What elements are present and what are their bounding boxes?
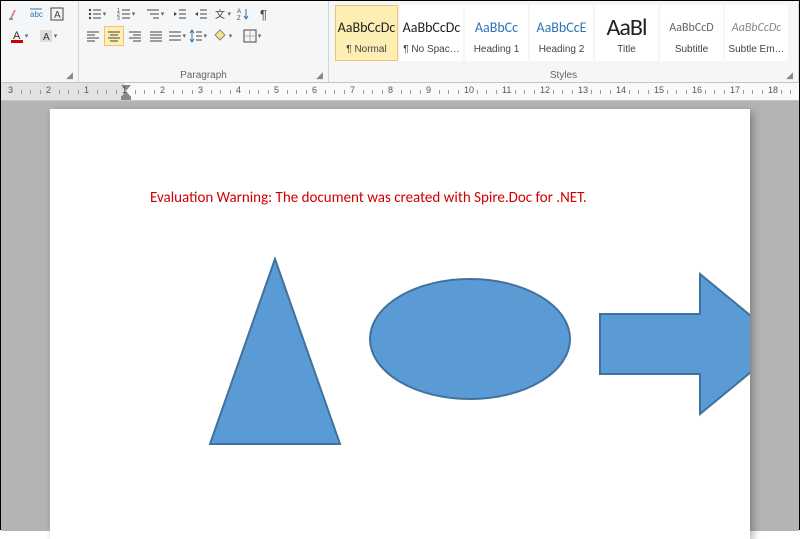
font-dialog-launcher[interactable]: ◢ — [66, 70, 76, 80]
ruler-number: 3 — [8, 85, 13, 95]
shapes-container — [110, 239, 750, 462]
align-center-button[interactable] — [104, 26, 124, 46]
ruler-number: 6 — [312, 85, 317, 95]
style-box--no-spac-[interactable]: AaBbCcDc¶ No Spac… — [400, 5, 463, 61]
align-right-button[interactable] — [125, 26, 145, 46]
character-shading-button[interactable]: A — [34, 26, 62, 46]
ruler-number: 9 — [426, 85, 431, 95]
ruler-number: 11 — [502, 85, 511, 95]
style-preview: AaBbCc — [475, 12, 518, 44]
ruler-number: 10 — [464, 85, 474, 95]
style-box-heading-2[interactable]: AaBbCcEHeading 2 — [530, 5, 593, 61]
styles-dialog-launcher[interactable]: ◢ — [786, 70, 796, 80]
svg-text:文: 文 — [215, 8, 225, 21]
decrease-indent-button[interactable] — [170, 4, 190, 24]
style-name-label: Heading 2 — [539, 44, 585, 55]
ruler-number: 14 — [616, 85, 626, 95]
style-box-heading-1[interactable]: AaBbCcHeading 1 — [465, 5, 528, 61]
ruler-number: 16 — [692, 85, 702, 95]
horizontal-ruler[interactable]: 321123456789101112131415161718 — [1, 83, 799, 101]
style-name-label: Subtle Em… — [728, 44, 784, 55]
svg-text:abc: abc — [30, 10, 43, 19]
svg-text:3: 3 — [117, 16, 120, 21]
triangle-shape[interactable] — [210, 259, 340, 444]
style-preview: AaBbCcDc — [403, 12, 461, 44]
ruler-number: 15 — [654, 85, 664, 95]
ruler-number: 8 — [388, 85, 393, 95]
distributed-button[interactable] — [167, 26, 187, 46]
styles-gallery[interactable]: AaBbCcDc¶ NormalAaBbCcDc¶ No Spac…AaBbCc… — [333, 3, 794, 63]
svg-text:¶: ¶ — [260, 7, 267, 21]
style-name-label: Title — [617, 44, 636, 55]
style-box-title[interactable]: AaBlTitle — [595, 5, 658, 61]
style-preview: AaBbCcDc — [338, 12, 396, 44]
style-preview: AaBbCcDc — [732, 12, 781, 44]
style-preview: AaBbCcD — [669, 12, 713, 44]
justify-button[interactable] — [146, 26, 166, 46]
style-name-label: ¶ No Spac… — [403, 44, 460, 55]
ruler-number: 1 — [122, 85, 127, 95]
ruler-number: 7 — [350, 85, 355, 95]
align-left-button[interactable] — [83, 26, 103, 46]
style-preview: AaBbCcE — [537, 12, 587, 44]
style-name-label: Subtitle — [675, 44, 708, 55]
clear-formatting-button[interactable] — [5, 4, 25, 24]
document-page[interactable]: Evaluation Warning: The document was cre… — [50, 109, 750, 539]
svg-text:A: A — [237, 9, 241, 15]
asian-layout-button[interactable]: 文 — [212, 4, 232, 24]
ruler-number: 3 — [198, 85, 203, 95]
ruler-number: 5 — [274, 85, 279, 95]
styles-group: AaBbCcDc¶ NormalAaBbCcDc¶ No Spac…AaBbCc… — [329, 1, 799, 82]
show-hide-marks-button[interactable]: ¶ — [254, 4, 274, 24]
ruler-number: 13 — [578, 85, 588, 95]
ruler-number: 1 — [84, 85, 89, 95]
style-preview: AaBl — [607, 12, 647, 44]
svg-text:Z: Z — [237, 16, 241, 21]
document-workspace: Evaluation Warning: The document was cre… — [1, 101, 799, 531]
ribbon: abc A A A ◢ 123 文 AZ ¶ — [1, 1, 799, 83]
font-group: abc A A A ◢ — [1, 1, 79, 82]
ruler-number: 17 — [730, 85, 740, 95]
style-box-subtitle[interactable]: AaBbCcDSubtitle — [660, 5, 723, 61]
bullets-button[interactable] — [83, 4, 111, 24]
character-border-button[interactable]: A — [47, 4, 67, 24]
increase-indent-button[interactable] — [191, 4, 211, 24]
arrow-shape[interactable] — [600, 274, 750, 414]
paragraph-dialog-launcher[interactable]: ◢ — [316, 70, 326, 80]
style-name-label: ¶ Normal — [346, 44, 386, 55]
ellipse-shape[interactable] — [370, 279, 570, 399]
left-indent-marker[interactable] — [121, 96, 131, 100]
svg-text:A: A — [43, 32, 50, 43]
borders-button[interactable] — [238, 26, 266, 46]
style-name-label: Heading 1 — [474, 44, 520, 55]
sort-button[interactable]: AZ — [233, 4, 253, 24]
svg-text:A: A — [54, 10, 61, 21]
styles-group-label: Styles — [329, 70, 798, 81]
style-box-subtle-em-[interactable]: AaBbCcDcSubtle Em… — [725, 5, 788, 61]
numbering-button[interactable]: 123 — [112, 4, 140, 24]
paragraph-group-label: Paragraph — [79, 70, 328, 81]
ruler-number: 2 — [160, 85, 165, 95]
paragraph-group: 123 文 AZ ¶ Paragraph ◢ — [79, 1, 329, 82]
ruler-number: 12 — [540, 85, 550, 95]
style-box--normal[interactable]: AaBbCcDc¶ Normal — [335, 5, 398, 61]
multilevel-list-button[interactable] — [141, 4, 169, 24]
ruler-number: 2 — [46, 85, 51, 95]
font-color-button[interactable]: A — [5, 26, 33, 46]
evaluation-warning-text: Evaluation Warning: The document was cre… — [150, 189, 587, 207]
ruler-number: 18 — [768, 85, 778, 95]
ruler-number: 4 — [236, 85, 241, 95]
phonetic-guide-button[interactable]: abc — [26, 4, 46, 24]
line-spacing-button[interactable] — [188, 26, 208, 46]
shading-button[interactable] — [209, 26, 237, 46]
